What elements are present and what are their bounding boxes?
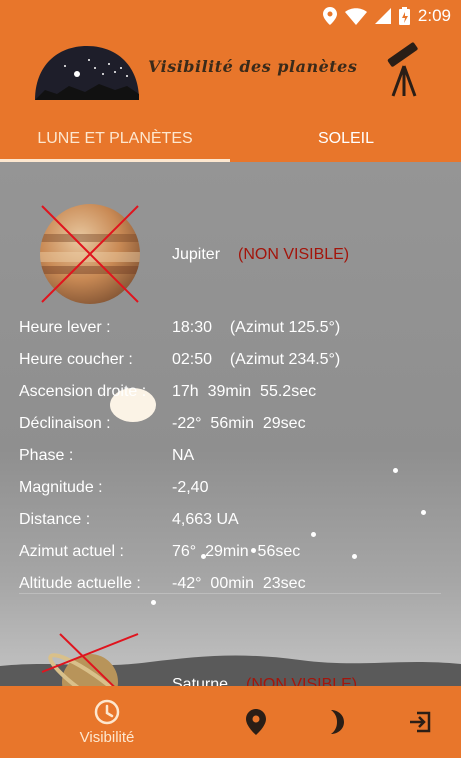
battery-icon xyxy=(398,7,410,25)
signal-icon xyxy=(374,8,391,24)
bottom-navigation: Visibilité xyxy=(0,686,461,758)
detail-label: Heure coucher : xyxy=(19,351,133,368)
tab-moon-and-planets[interactable]: LUNE ET PLANÈTES xyxy=(0,116,230,162)
planet-name: Jupiter xyxy=(172,246,221,263)
detail-value: -42° 00min 23sec xyxy=(172,575,306,592)
detail-value: 76° 29min 56sec xyxy=(172,543,301,560)
detail-value: -2,40 xyxy=(172,479,209,496)
detail-label: Distance : xyxy=(19,511,91,528)
detail-label: Phase : xyxy=(19,447,74,464)
detail-row-distance: Distance : 4,663 UA xyxy=(19,507,449,539)
detail-row-rise-time: Heure lever : 18:30 (Azimut 125.5°) xyxy=(19,315,449,347)
not-visible-cross-icon xyxy=(41,205,139,303)
detail-row-azimuth: Azimut actuel : 76° 29min 56sec xyxy=(19,539,449,571)
tab-bar: LUNE ET PLANÈTES SOLEIL xyxy=(0,116,461,162)
telescope-icon xyxy=(387,42,418,97)
detail-row-altitude: Altitude actuelle : -42° 00min 23sec xyxy=(19,571,449,603)
app-header: Visibilité des planètes LUNE ET PLANÈTES… xyxy=(0,34,461,162)
visibility-status: (NON VISIBLE) xyxy=(246,676,358,686)
clock-icon xyxy=(94,699,120,724)
divider xyxy=(19,593,441,594)
detail-label: Heure lever : xyxy=(19,319,111,336)
detail-label: Altitude actuelle : xyxy=(19,575,141,592)
planets-list[interactable]: Jupiter (NON VISIBLE) Heure lever : 18:3… xyxy=(0,162,461,686)
nav-moon[interactable] xyxy=(313,686,361,758)
detail-label: Ascension droite : xyxy=(19,383,147,400)
visibility-status: (NON VISIBLE) xyxy=(238,246,350,263)
exit-icon xyxy=(410,711,431,733)
tab-sun[interactable]: SOLEIL xyxy=(231,116,461,162)
wifi-icon xyxy=(344,7,367,25)
detail-row-phase: Phase : NA xyxy=(19,443,449,475)
detail-value: 02:50 (Azimut 234.5°) xyxy=(172,351,341,368)
status-time: 2:09 xyxy=(417,6,451,25)
detail-value: 17h 39min 55.2sec xyxy=(172,383,317,400)
status-bar: 2:09 xyxy=(0,0,461,34)
night-sky-logo-icon xyxy=(35,46,139,100)
location-icon xyxy=(322,7,337,25)
nav-label: Visibilité xyxy=(79,728,135,746)
detail-row-declination: Déclinaison : -22° 56min 29sec xyxy=(19,411,449,443)
location-pin-icon xyxy=(246,709,266,735)
detail-value: 4,663 UA xyxy=(172,511,239,528)
detail-row-right-ascension: Ascension droite : 17h 39min 55.2sec xyxy=(19,379,449,411)
detail-label: Déclinaison : xyxy=(19,415,111,432)
planet-name: Saturne xyxy=(172,676,229,686)
detail-value: NA xyxy=(172,447,195,464)
detail-row-magnitude: Magnitude : -2,40 xyxy=(19,475,449,507)
detail-value: 18:30 (Azimut 125.5°) xyxy=(172,319,341,336)
detail-row-set-time: Heure coucher : 02:50 (Azimut 234.5°) xyxy=(19,347,449,379)
moon-icon xyxy=(331,710,344,734)
nav-visibility[interactable]: Visibilité xyxy=(62,686,152,758)
planet-details: Heure lever : 18:30 (Azimut 125.5°) Heur… xyxy=(19,315,449,603)
detail-label: Azimut actuel : xyxy=(19,543,124,560)
saturn-image xyxy=(41,633,139,686)
nav-exit[interactable] xyxy=(396,686,444,758)
detail-label: Magnitude : xyxy=(19,479,103,496)
nav-location[interactable] xyxy=(232,686,280,758)
detail-value: -22° 56min 29sec xyxy=(172,415,306,432)
app-title: Visibilité des planètes xyxy=(148,57,358,76)
